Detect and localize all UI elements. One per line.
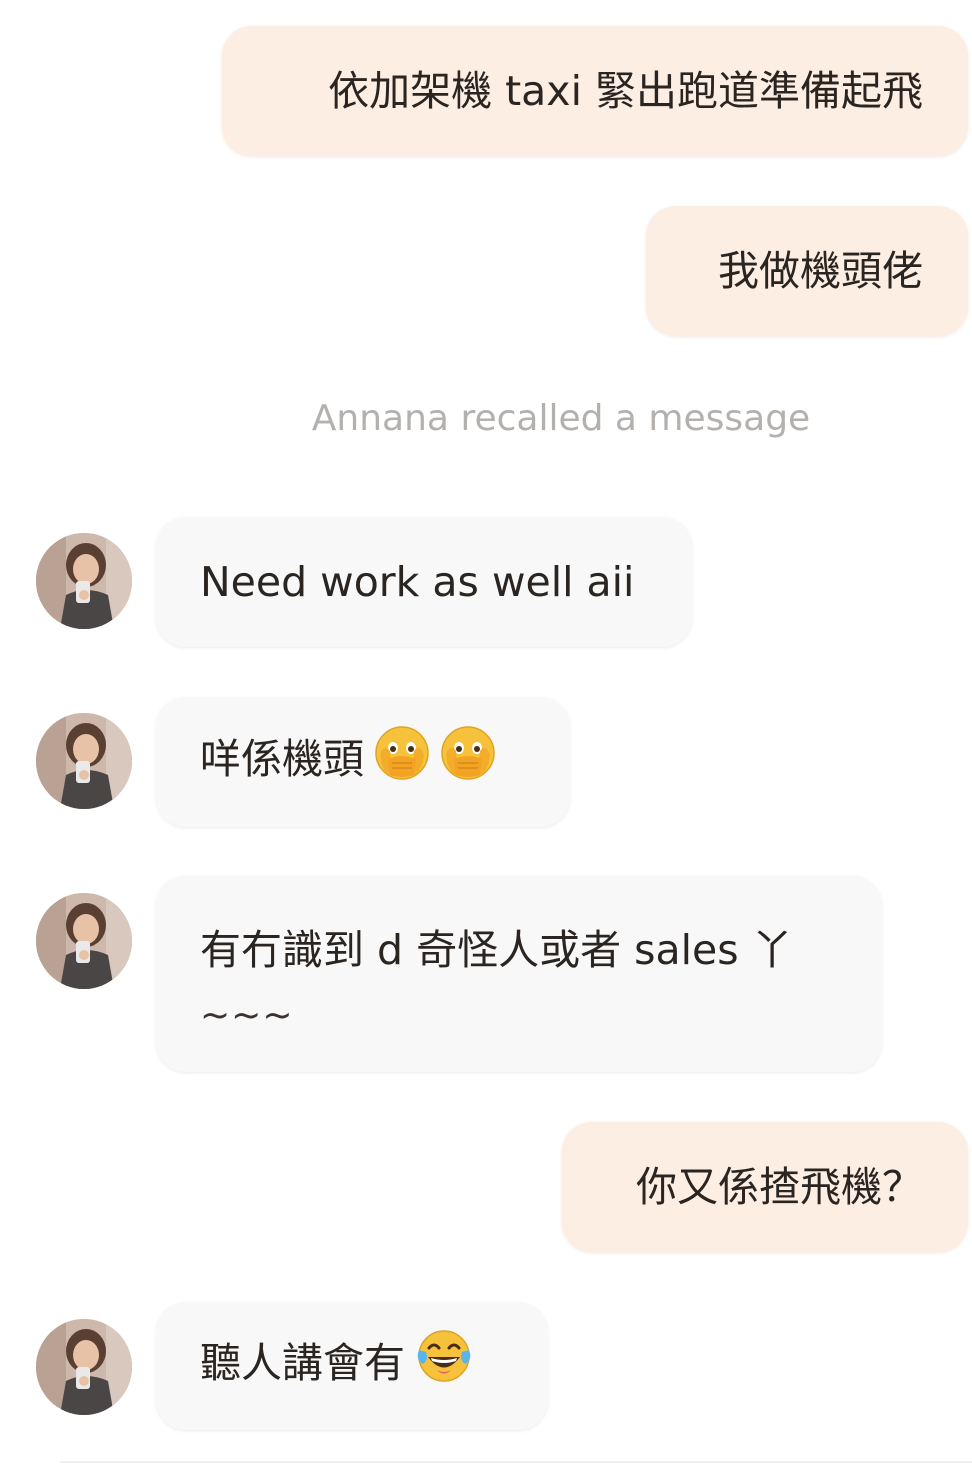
avatar[interactable] bbox=[36, 893, 132, 989]
message-content: 聽人講會有 bbox=[200, 1328, 473, 1404]
outgoing-message-bubble[interactable]: 我做機頭佬 bbox=[646, 206, 968, 336]
message-text: 有冇識到 d 奇怪人或者 sales 丫 bbox=[200, 926, 793, 974]
outgoing-message-bubble[interactable]: 依加架機 taxi 緊出跑道準備起飛 bbox=[222, 26, 968, 156]
face-with-open-eyes-and-hand-over-mouth-icon bbox=[440, 725, 496, 799]
input-area-divider bbox=[60, 1461, 972, 1463]
avatar[interactable] bbox=[36, 713, 132, 809]
message-text-continuation: ~~~ bbox=[200, 995, 294, 1036]
message-text: 依加架機 taxi 緊出跑道準備起飛 bbox=[328, 67, 923, 115]
face-with-open-eyes-and-hand-over-mouth-icon bbox=[374, 725, 430, 799]
message-content: 咩係機頭 bbox=[200, 725, 496, 799]
message-text: 咩係機頭 bbox=[200, 735, 364, 783]
recalled-message-notice: Annana recalled a message bbox=[311, 398, 811, 439]
message-text: 我做機頭佬 bbox=[718, 247, 923, 295]
avatar[interactable] bbox=[36, 533, 132, 629]
incoming-message-bubble[interactable]: 咩係機頭 bbox=[156, 697, 570, 827]
message-content: 有冇識到 d 奇怪人或者 sales 丫 ~~~ bbox=[200, 917, 793, 1049]
avatar[interactable] bbox=[36, 1319, 132, 1415]
message-text: 你又係揸飛機？ bbox=[636, 1163, 923, 1211]
incoming-message-bubble[interactable]: Need work as well aii bbox=[156, 517, 692, 647]
incoming-message-bubble[interactable]: 有冇識到 d 奇怪人或者 sales 丫 ~~~ bbox=[156, 876, 882, 1072]
message-text: Need work as well aii bbox=[200, 558, 635, 606]
outgoing-message-bubble[interactable]: 你又係揸飛機？ bbox=[562, 1122, 968, 1252]
incoming-message-bubble[interactable]: 聽人講會有 bbox=[156, 1302, 548, 1430]
face-with-tears-of-joy-icon bbox=[415, 1328, 473, 1404]
message-text: 聽人講會有 bbox=[200, 1339, 405, 1387]
